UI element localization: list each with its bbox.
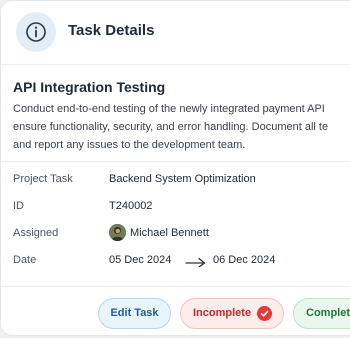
check-icon bbox=[257, 306, 272, 321]
avatar bbox=[109, 224, 126, 241]
arrow-right-icon bbox=[185, 257, 206, 267]
complete-button[interactable]: Complet bbox=[293, 298, 350, 329]
complete-label: Complet bbox=[306, 307, 350, 319]
actions-divider bbox=[1, 286, 350, 287]
task-description: Conduct end-to-end testing of the newly … bbox=[13, 100, 350, 154]
assignee-name: Michael Bennett bbox=[130, 227, 209, 239]
date-label: Date bbox=[13, 254, 37, 266]
incomplete-label: Incomplete bbox=[193, 307, 252, 319]
card-header: Task Details bbox=[1, 1, 350, 65]
id-value: T240002 bbox=[109, 200, 153, 212]
page-title: Task Details bbox=[68, 22, 155, 39]
section-divider bbox=[1, 161, 350, 162]
info-icon bbox=[16, 12, 56, 52]
id-label: ID bbox=[13, 200, 24, 212]
edit-task-label: Edit Task bbox=[110, 307, 159, 319]
task-details-card: Task Details API Integration Testing Con… bbox=[0, 0, 350, 336]
assigned-label: Assigned bbox=[13, 227, 59, 239]
description-line: Conduct end-to-end testing of the newly … bbox=[13, 103, 325, 115]
incomplete-button[interactable]: Incomplete bbox=[180, 298, 284, 329]
end-date: 06 Dec 2024 bbox=[213, 254, 276, 266]
start-date: 05 Dec 2024 bbox=[109, 254, 172, 266]
project-label: Project Task bbox=[13, 173, 73, 185]
edit-task-button[interactable]: Edit Task bbox=[98, 298, 171, 329]
project-value: Backend System Optimization bbox=[109, 173, 256, 185]
description-line: and report any issues to the development… bbox=[13, 139, 246, 151]
task-title: API Integration Testing bbox=[13, 79, 166, 95]
description-line: ensure functionality, security, and erro… bbox=[13, 121, 329, 133]
